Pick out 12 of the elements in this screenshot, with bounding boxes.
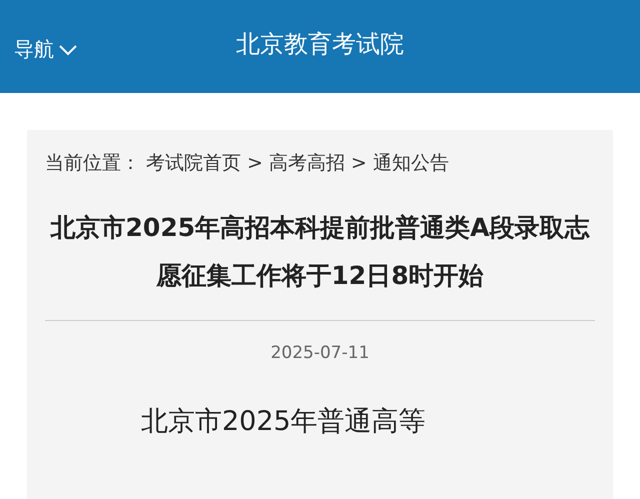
breadcrumb-link[interactable]: 通知公告 — [372, 150, 449, 176]
article-date: 2025-07-11 — [270, 343, 370, 363]
nav-menu-button[interactable]: 导航 — [14, 36, 78, 63]
site-title: 北京教育考试院 — [236, 30, 404, 58]
article-title: 北京市2025年高招本科提前批普通类A段录取志愿征集工作将于12日8时开始 — [49, 212, 591, 292]
breadcrumb-separator: > — [247, 152, 263, 174]
breadcrumb-link[interactable]: 考试院首页 — [146, 150, 241, 176]
breadcrumb-link[interactable]: 高考高招 — [268, 150, 345, 176]
breadcrumb-separator: > — [350, 152, 367, 174]
article-body-text: 北京市2025年普通高等 — [140, 405, 427, 439]
chevron-down-icon — [58, 44, 78, 56]
breadcrumb-label: 当前位置： — [45, 151, 140, 176]
